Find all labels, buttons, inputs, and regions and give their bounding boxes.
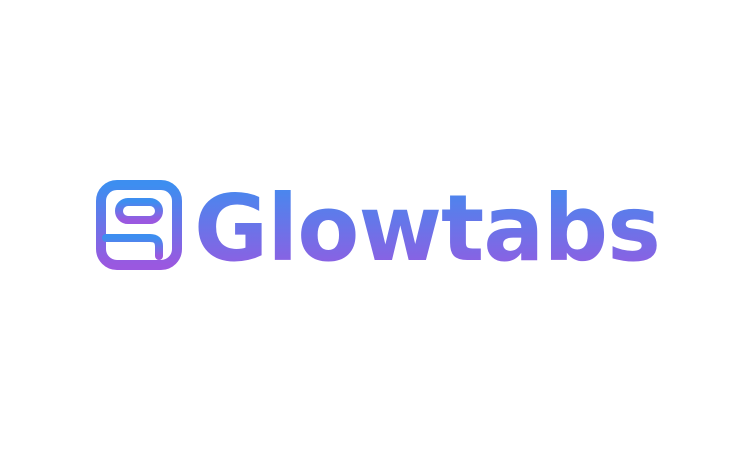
page-canvas: Glowtabs [0, 0, 750, 450]
tabs-window-icon [96, 180, 182, 270]
brand-name: Glowtabs [194, 176, 660, 272]
brand-logo: Glowtabs [96, 176, 666, 272]
brand-wordmark: Glowtabs [194, 176, 664, 272]
